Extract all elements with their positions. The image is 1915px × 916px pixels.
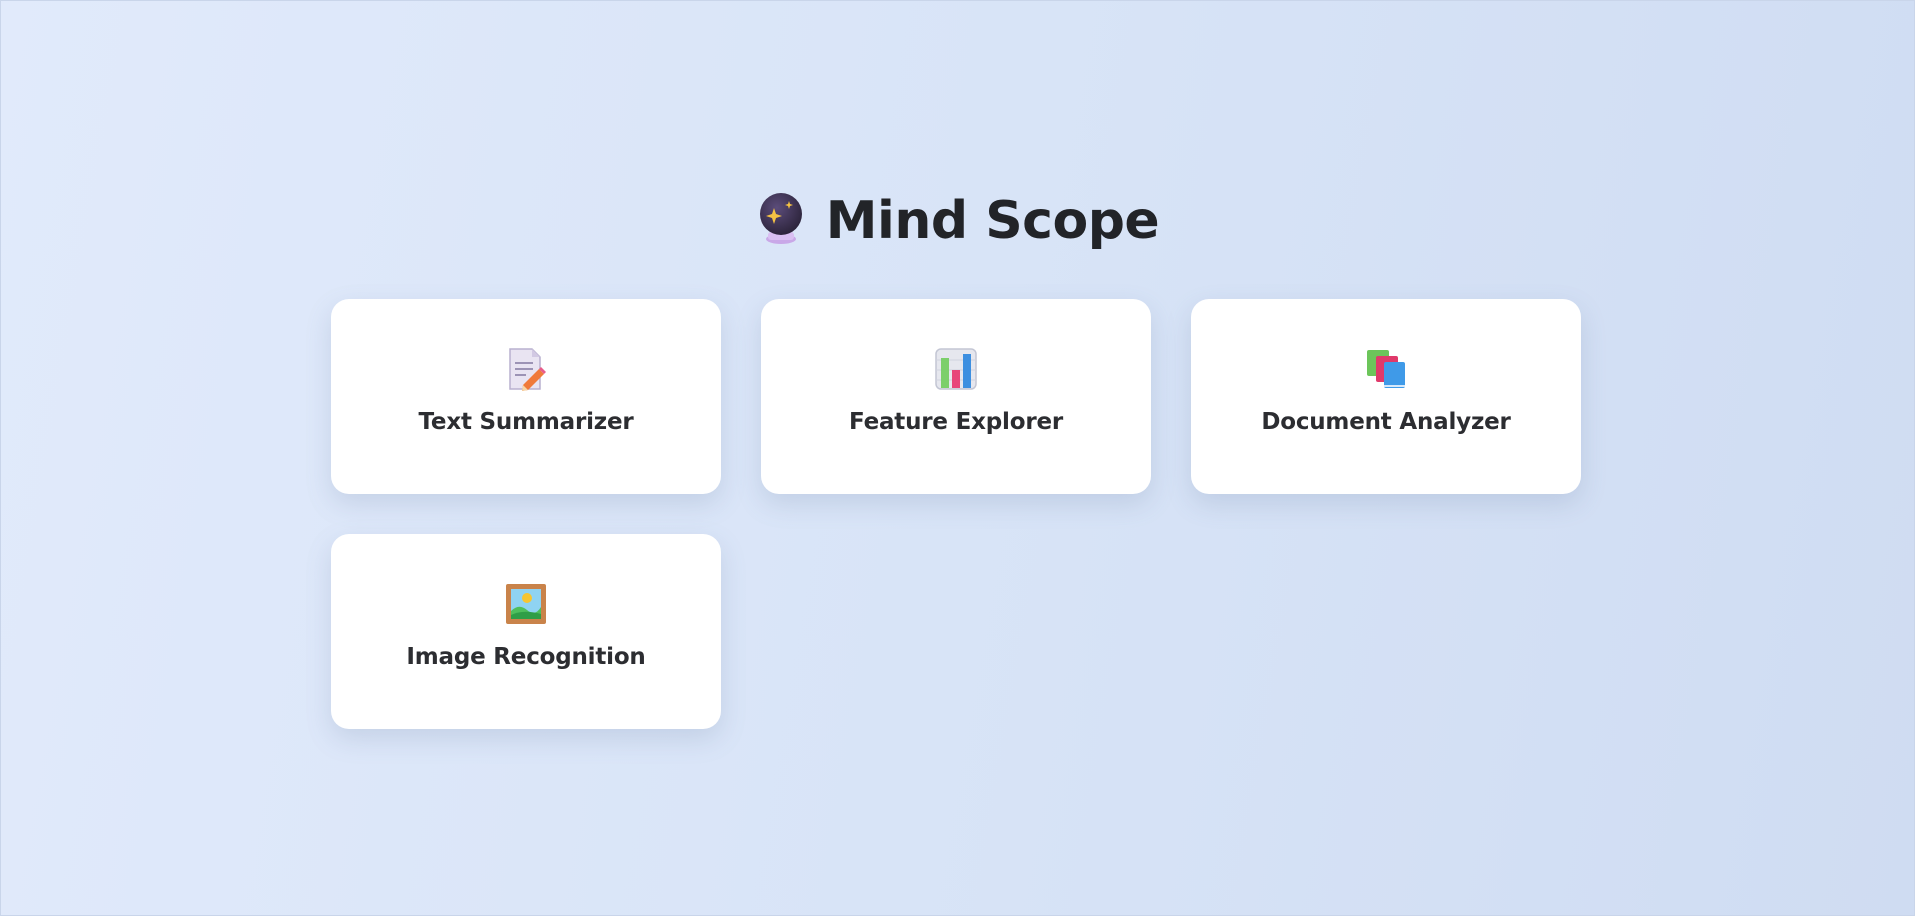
- page-title: Mind Scope: [825, 191, 1160, 251]
- card-label: Text Summarizer: [418, 409, 634, 435]
- text-summarizer-card[interactable]: Text Summarizer: [331, 299, 721, 494]
- card-label: Feature Explorer: [849, 409, 1063, 435]
- card-label: Image Recognition: [406, 644, 646, 670]
- app-header: Mind Scope: [0, 188, 1915, 254]
- books-icon: [1364, 347, 1408, 391]
- framed-picture-icon: [504, 582, 548, 626]
- card-label: Document Analyzer: [1261, 409, 1511, 435]
- crystal-ball-icon: [756, 192, 806, 250]
- memo-pencil-icon: [504, 347, 548, 391]
- feature-explorer-card[interactable]: Feature Explorer: [761, 299, 1151, 494]
- image-recognition-card[interactable]: Image Recognition: [331, 534, 721, 729]
- tool-grid: Text Summarizer Feature Explorer Documen…: [331, 299, 1582, 729]
- bar-chart-icon: [934, 347, 978, 391]
- document-analyzer-card[interactable]: Document Analyzer: [1191, 299, 1581, 494]
